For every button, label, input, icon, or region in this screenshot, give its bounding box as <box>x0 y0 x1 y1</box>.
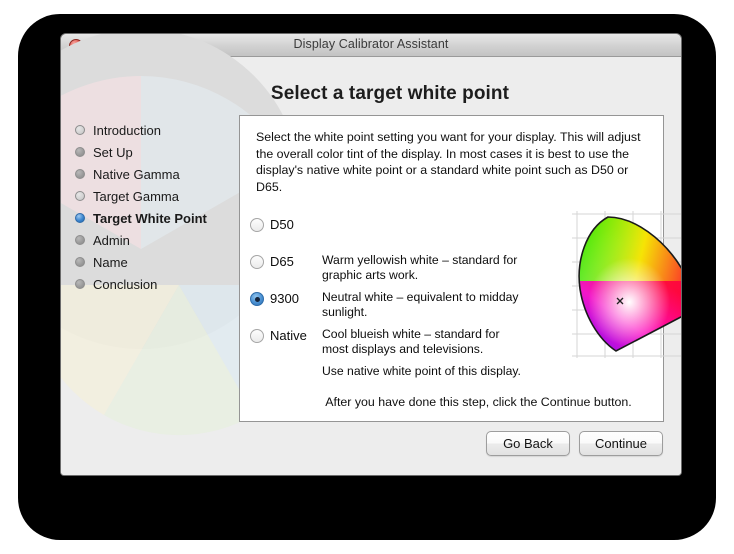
option-description: Use native white point of this display. <box>322 364 521 378</box>
sidebar-item-label: Set Up <box>93 144 133 160</box>
page-title: Select a target white point <box>270 83 510 104</box>
option-row-9300[interactable]: 9300 Cool blueish white – standard for m… <box>250 290 502 356</box>
option-row-native[interactable]: Native Use native white point of this di… <box>250 327 521 378</box>
cie-gamut-fill <box>579 217 681 351</box>
option-row-d50[interactable]: D50 Warm yellowish white – standard for … <box>250 216 517 282</box>
sidebar-item-label: Admin <box>93 232 130 248</box>
option-label: D50 <box>270 217 294 232</box>
option-label: D65 <box>270 254 294 269</box>
step-bullet-icon <box>75 257 85 267</box>
sidebar-item-label: Target Gamma <box>93 188 179 204</box>
cie-chromaticity-diagram <box>572 211 681 358</box>
white-point-option-group: D50 Warm yellowish white – standard for … <box>250 216 521 378</box>
sidebar-item-name[interactable]: Name <box>73 251 243 273</box>
step-bullet-icon <box>75 125 85 135</box>
instruction-text: Select the white point setting you want … <box>256 130 641 194</box>
application-window: Display Calibrator Assistant Select a ta… <box>60 33 682 476</box>
step-list: Introduction Set Up Native Gamma Target … <box>73 119 243 295</box>
sidebar-item-introduction[interactable]: Introduction <box>73 119 243 141</box>
sidebar-item-admin[interactable]: Admin <box>73 229 243 251</box>
step-bullet-icon <box>75 279 85 289</box>
sidebar-item-native-gamma[interactable]: Native Gamma <box>73 163 243 185</box>
continue-button[interactable]: Continue <box>579 431 663 456</box>
radio-d65[interactable] <box>250 255 264 269</box>
radio-native[interactable] <box>250 329 264 343</box>
sidebar-item-label: Introduction <box>93 122 161 138</box>
sidebar-item-target-white-point[interactable]: Target White Point <box>73 207 243 229</box>
sidebar-item-label: Native Gamma <box>93 166 180 182</box>
radio-9300[interactable] <box>250 292 264 306</box>
footer-instruction: After you have done this step, click the… <box>325 395 632 409</box>
sidebar-item-label: Target White Point <box>93 210 207 226</box>
option-label: Native <box>270 328 307 343</box>
window-title: Display Calibrator Assistant <box>293 37 449 51</box>
option-label: 9300 <box>270 291 299 306</box>
window-titlebar[interactable]: Display Calibrator Assistant <box>61 34 681 57</box>
step-bullet-icon <box>75 147 85 157</box>
step-bullet-icon <box>75 191 85 201</box>
sidebar-item-target-gamma[interactable]: Target Gamma <box>73 185 243 207</box>
radio-d50[interactable] <box>250 218 264 232</box>
sidebar-item-set-up[interactable]: Set Up <box>73 141 243 163</box>
step-bullet-icon <box>75 235 85 245</box>
content-panel: Select the white point setting you want … <box>239 115 681 422</box>
sidebar-item-label: Name <box>93 254 128 270</box>
sidebar-item-label: Conclusion <box>93 276 158 292</box>
button-bar: Go Back Continue <box>486 431 663 456</box>
go-back-button[interactable]: Go Back <box>486 431 570 456</box>
sidebar-item-conclusion[interactable]: Conclusion <box>73 273 243 295</box>
step-bullet-icon <box>75 169 85 179</box>
option-row-d65[interactable]: D65 Neutral white – equivalent to midday… <box>250 253 518 319</box>
step-bullet-current-icon <box>75 213 85 223</box>
window-body: Select a target white point Introduction… <box>61 34 681 475</box>
